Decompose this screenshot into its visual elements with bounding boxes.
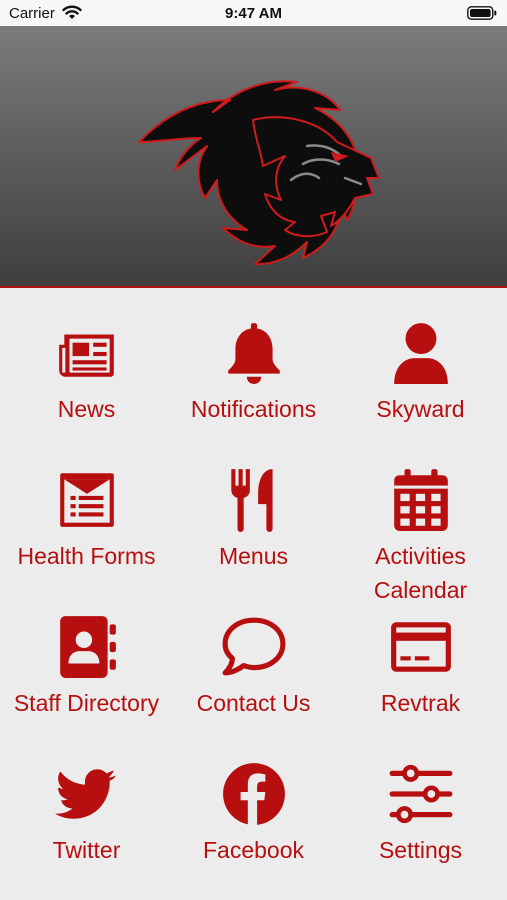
address-book-icon (59, 616, 116, 678)
utensils-icon (230, 469, 273, 532)
menu-label: Menus (218, 543, 289, 569)
user-icon (393, 323, 448, 384)
menu-item-menus[interactable]: Menus (169, 435, 338, 575)
lion-logo (138, 80, 380, 265)
battery-icon (467, 6, 497, 20)
menu-item-staff-directory[interactable]: Staff Directory (2, 582, 171, 722)
sliders-icon (389, 764, 452, 824)
menu-label: Staff Directory (13, 690, 160, 716)
calendar-icon (393, 469, 448, 531)
twitter-icon (54, 769, 116, 819)
menu-item-health-forms[interactable]: Health Forms (2, 435, 171, 575)
menu-label: Facebook (202, 837, 304, 863)
menu-label: Settings (378, 837, 463, 863)
form-icon (59, 473, 114, 527)
menu-label: News (57, 396, 116, 422)
menu-item-settings[interactable]: Settings (336, 729, 505, 869)
menu-label: Notifications (190, 396, 317, 422)
facebook-icon (222, 763, 285, 825)
credit-card-icon (390, 622, 451, 672)
menu-item-contact-us[interactable]: Contact Us (169, 582, 338, 722)
status-time: 9:47 AM (225, 5, 282, 22)
status-bar: Carrier 9:47 AM (0, 0, 507, 26)
menu-item-skyward[interactable]: Skyward (336, 288, 505, 428)
menu-item-twitter[interactable]: Twitter (2, 729, 171, 869)
chat-icon (222, 617, 285, 676)
menu-label: Skyward (376, 396, 465, 422)
bell-icon (227, 323, 280, 384)
menu-label: Twitter (52, 837, 121, 863)
menu-item-notifications[interactable]: Notifications (169, 288, 338, 428)
menu-label-line: Activities (375, 543, 466, 569)
menu-item-revtrak[interactable]: Revtrak (336, 582, 505, 722)
menu-item-news[interactable]: News (2, 288, 171, 428)
menu-label: Contact Us (196, 690, 311, 716)
menu-label: Health Forms (17, 543, 156, 569)
menu-item-facebook[interactable]: Facebook (169, 729, 338, 869)
menu-item-activities-calendar[interactable]: Activities Calendar (336, 435, 505, 603)
newspaper-icon (58, 334, 114, 377)
menu-label: Revtrak (380, 690, 461, 716)
